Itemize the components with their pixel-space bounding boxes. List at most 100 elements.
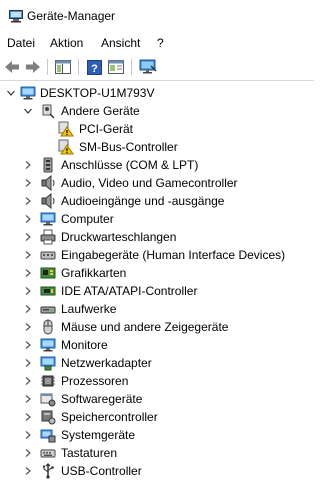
category-label: IDE ATA/ATAPI-Controller [61, 284, 198, 298]
expand-chevron-icon[interactable] [22, 267, 34, 279]
menu-aktion[interactable]: Aktion [50, 36, 83, 50]
category-label: Eingabegeräte (Human Interface Devices) [61, 248, 286, 262]
category-label: Druckwarteschlangen [61, 230, 177, 244]
forward-icon[interactable] [23, 57, 43, 77]
tree-category[interactable]: Speichercontroller [0, 408, 314, 426]
tree-root[interactable]: DESKTOP-U1M793V [0, 84, 314, 102]
device-manager-window: Geräte-Manager Datei Aktion Ansicht ? ? … [0, 0, 314, 491]
mouse-icon [40, 319, 56, 335]
monitor-icon [40, 337, 56, 353]
expand-chevron-icon[interactable] [22, 375, 34, 387]
device-label: PCI-Gerät [79, 122, 134, 136]
storage-controller-icon [40, 409, 56, 425]
tree-category[interactable]: Audio, Video und Gamecontroller [0, 174, 314, 192]
toolbar-separator [131, 59, 132, 75]
menu-help[interactable]: ? [157, 36, 164, 50]
window-title: Geräte-Manager [27, 9, 116, 23]
category-label: Softwaregeräte [61, 392, 143, 406]
svg-text:?: ? [91, 63, 98, 75]
expand-chevron-icon[interactable] [22, 357, 34, 369]
tree-category[interactable]: Prozessoren [0, 372, 314, 390]
category-label: Anschlüsse (COM & LPT) [61, 158, 199, 172]
category-label: Computer [61, 212, 114, 226]
tree-category[interactable]: Computer [0, 210, 314, 228]
expand-chevron-icon[interactable] [22, 393, 34, 405]
warning-device-icon [58, 121, 74, 137]
tree-category[interactable]: Anschlüsse (COM & LPT) [0, 156, 314, 174]
collapse-chevron-icon[interactable] [5, 87, 17, 99]
category-label: Mäuse und andere Zeigegeräte [61, 320, 229, 334]
back-icon[interactable] [2, 57, 22, 77]
menu-bar: Datei Aktion Ansicht ? [0, 32, 314, 54]
monitor-scan-icon[interactable] [138, 57, 158, 77]
port-icon [40, 157, 56, 173]
device-label: SM-Bus-Controller [79, 140, 178, 154]
title-bar: Geräte-Manager [0, 0, 314, 32]
expand-chevron-icon[interactable] [22, 159, 34, 171]
tree-category[interactable]: Audioeingänge und -ausgänge [0, 192, 314, 210]
tree-category[interactable]: IDE ATA/ATAPI-Controller [0, 282, 314, 300]
tree-category[interactable]: Monitore [0, 336, 314, 354]
expand-chevron-icon[interactable] [22, 303, 34, 315]
category-label: Audioeingänge und -ausgänge [61, 194, 225, 208]
category-label: USB-Controller [61, 464, 142, 478]
tree-category[interactable]: Mäuse und andere Zeigegeräte [0, 318, 314, 336]
keyboard-icon [40, 445, 56, 461]
expand-chevron-icon[interactable] [22, 429, 34, 441]
toolbar-separator [47, 59, 48, 75]
toolbar-separator [78, 59, 79, 75]
computer-icon [20, 85, 36, 101]
display-adapter-icon [40, 265, 56, 281]
help-icon[interactable]: ? [84, 57, 104, 77]
expand-chevron-icon[interactable] [22, 339, 34, 351]
printer-icon [40, 229, 56, 245]
speaker-icon [40, 175, 56, 191]
tree-category[interactable]: Tastaturen [0, 444, 314, 462]
expand-chevron-icon[interactable] [22, 177, 34, 189]
menu-ansicht[interactable]: Ansicht [101, 36, 140, 50]
category-label: Systemgeräte [61, 428, 136, 442]
usb-icon [40, 463, 56, 479]
toolbar: ? [0, 54, 314, 81]
tree-device[interactable]: SM-Bus-Controller [0, 138, 314, 156]
hid-icon [40, 247, 56, 263]
tree-device[interactable]: PCI-Gerät [0, 120, 314, 138]
expand-chevron-icon[interactable] [22, 465, 34, 477]
expand-chevron-icon[interactable] [22, 321, 34, 333]
computer-icon [40, 211, 56, 227]
category-label: Grafikkarten [61, 266, 127, 280]
tree-category[interactable]: Netzwerkadapter [0, 354, 314, 372]
network-adapter-icon [40, 355, 56, 371]
expand-chevron-icon[interactable] [22, 213, 34, 225]
expand-chevron-icon[interactable] [22, 231, 34, 243]
expand-chevron-icon[interactable] [22, 411, 34, 423]
unknown-device-icon [40, 103, 56, 119]
expand-chevron-icon[interactable] [22, 195, 34, 207]
properties-icon[interactable] [106, 57, 126, 77]
tree-category[interactable]: Druckwarteschlangen [0, 228, 314, 246]
category-label: Andere Geräte [61, 104, 140, 118]
collapse-chevron-icon[interactable] [22, 105, 34, 117]
tree-category[interactable]: Eingabegeräte (Human Interface Devices) [0, 246, 314, 264]
tree-category[interactable]: Softwaregeräte [0, 390, 314, 408]
category-label: Prozessoren [61, 374, 129, 388]
ide-controller-icon [40, 283, 56, 299]
disk-drive-icon [40, 301, 56, 317]
expand-chevron-icon[interactable] [22, 249, 34, 261]
software-device-icon [40, 391, 56, 407]
category-list: Andere Geräte PCI-Gerät SM-Bus-Controller A… [0, 102, 314, 480]
tree-category[interactable]: Systemgeräte [0, 426, 314, 444]
tree-category[interactable]: Laufwerke [0, 300, 314, 318]
warning-device-icon [58, 139, 74, 155]
menu-datei[interactable]: Datei [7, 36, 35, 50]
expand-chevron-icon[interactable] [22, 447, 34, 459]
show-hide-tree-icon[interactable] [53, 57, 73, 77]
expand-chevron-icon[interactable] [22, 285, 34, 297]
tree-category[interactable]: Andere Geräte [0, 102, 314, 120]
category-label: Tastaturen [61, 446, 118, 460]
processor-icon [40, 373, 56, 389]
tree-category[interactable]: USB-Controller [0, 462, 314, 480]
system-device-icon [40, 427, 56, 443]
category-label: Monitore [61, 338, 108, 352]
tree-category[interactable]: Grafikkarten [0, 264, 314, 282]
